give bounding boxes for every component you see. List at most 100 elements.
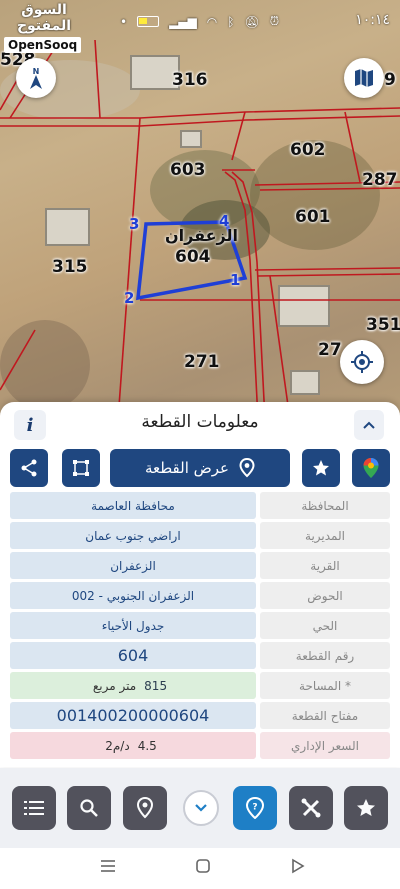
- parcel-label[interactable]: 287: [362, 170, 398, 190]
- detail-label: المحافظة: [260, 492, 390, 519]
- parcel-label[interactable]: 316: [172, 70, 208, 90]
- toolbar-expand-button[interactable]: [183, 790, 219, 826]
- detail-label: مفتاح القطعة: [260, 702, 390, 729]
- show-parcel-button[interactable]: عرض القطعة: [110, 449, 290, 487]
- status-icons: • ▂▄▆ ◠ ᛒ 🔕︎ ⏰︎: [120, 14, 279, 29]
- action-row: عرض القطعة: [10, 449, 390, 487]
- help-button[interactable]: ?: [233, 786, 277, 830]
- detail-value: د/م2 4.5: [10, 732, 256, 759]
- detail-label: القرية: [260, 552, 390, 579]
- parcel-label[interactable]: 27: [318, 340, 342, 360]
- detail-label: الحي: [260, 612, 390, 639]
- dot-icon: •: [120, 14, 128, 29]
- help-pin-icon: ?: [245, 797, 265, 819]
- location-pin-icon: [239, 458, 255, 478]
- opensooq-watermark: السوق المفتوح OpenSooq: [4, 2, 84, 53]
- crosshair-icon: [351, 351, 373, 373]
- list-icon: [24, 801, 44, 815]
- pin-search-button[interactable]: [123, 786, 167, 830]
- tools-icon: [301, 798, 321, 818]
- detail-row-neighborhood: جدول الأحياء الحي: [10, 612, 390, 639]
- chevron-down-icon: [195, 804, 207, 812]
- favorites-button[interactable]: [344, 786, 388, 830]
- detail-value: الزعفران: [10, 552, 256, 579]
- compass-button[interactable]: N: [16, 58, 56, 98]
- parcel-label[interactable]: 315: [52, 257, 88, 277]
- watermark-arabic: السوق المفتوح: [16, 2, 72, 34]
- map-icon: [355, 69, 373, 87]
- my-location-button[interactable]: [340, 340, 384, 384]
- detail-value: متر مربع 815: [10, 672, 256, 699]
- bottom-toolbar: ?: [0, 768, 400, 848]
- svg-text:?: ?: [252, 803, 257, 813]
- recent-apps-button[interactable]: [98, 856, 118, 876]
- share-button[interactable]: [10, 449, 48, 487]
- detail-label: السعر الإداري: [260, 732, 390, 759]
- signal-icon: ▂▄▆: [169, 14, 197, 29]
- map-view[interactable]: 528 316 9 603 602 287 601 315 604 351 27…: [0, 0, 400, 420]
- detail-row-directorate: اراضي جنوب عمان المديرية: [10, 522, 390, 549]
- price-value: 4.5: [137, 738, 157, 753]
- home-icon: [196, 859, 210, 873]
- clock: ١٠:١٤: [355, 12, 390, 28]
- google-maps-icon: [363, 458, 379, 478]
- boundary-button[interactable]: [62, 449, 100, 487]
- detail-row-governorate: محافظة العاصمة المحافظة: [10, 492, 390, 519]
- map-layers-button[interactable]: [344, 58, 384, 98]
- show-parcel-label: عرض القطعة: [144, 459, 230, 477]
- status-bar: السوق المفتوح OpenSooq • ▂▄▆ ◠ ᛒ 🔕︎ ⏰︎ ١…: [0, 0, 400, 53]
- parcel-label[interactable]: 604: [175, 247, 211, 267]
- chevron-up-icon: [363, 421, 375, 429]
- vertex-marker: 4: [219, 212, 230, 230]
- sheet-header: i معلومات القطعة: [0, 402, 400, 444]
- home-button[interactable]: [193, 856, 213, 876]
- parcel-details: محافظة العاصمة المحافظة اراضي جنوب عمان …: [10, 492, 390, 762]
- detail-row-basin: الزعفران الجنوبي - 002 الحوض: [10, 582, 390, 609]
- star-icon: [313, 460, 329, 476]
- detail-row-parcel-number: 604 رقم القطعة: [10, 642, 390, 669]
- star-icon: [357, 799, 375, 816]
- detail-value: جدول الأحياء: [10, 612, 256, 639]
- parcel-label[interactable]: 603: [170, 160, 206, 180]
- battery-icon: [137, 16, 160, 27]
- recent-apps-icon: [101, 860, 115, 872]
- detail-value: الزعفران الجنوبي - 002: [10, 582, 256, 609]
- parcel-label[interactable]: 351: [366, 315, 400, 335]
- google-maps-button[interactable]: [352, 449, 390, 487]
- price-unit: د/م2: [105, 738, 130, 753]
- search-icon: [80, 799, 98, 817]
- parcel-label[interactable]: 9: [384, 70, 396, 90]
- mute-icon: 🔕︎: [244, 14, 260, 29]
- system-nav-bar: [0, 848, 400, 889]
- detail-row-admin-price: د/م2 4.5 السعر الإداري: [10, 732, 390, 759]
- detail-value: محافظة العاصمة: [10, 492, 256, 519]
- detail-label: رقم القطعة: [260, 642, 390, 669]
- detail-value: 001400200000604: [10, 702, 256, 729]
- measure-tool-button[interactable]: [289, 786, 333, 830]
- watermark-english: OpenSooq: [4, 37, 82, 53]
- detail-label: الحوض: [260, 582, 390, 609]
- parcel-label[interactable]: 601: [295, 207, 331, 227]
- detail-row-village: الزعفران القرية: [10, 552, 390, 579]
- polygon-icon: [73, 460, 89, 476]
- list-button[interactable]: [12, 786, 56, 830]
- parcel-label[interactable]: 271: [184, 352, 220, 372]
- bluetooth-icon: ᛒ: [227, 14, 235, 29]
- location-pin-icon: [136, 797, 154, 819]
- vertex-marker: 2: [124, 289, 135, 307]
- detail-value: اراضي جنوب عمان: [10, 522, 256, 549]
- alarm-icon: ⏰︎: [269, 14, 280, 28]
- svg-text:N: N: [33, 67, 40, 76]
- back-icon: [292, 858, 305, 874]
- detail-label: المساحة *: [260, 672, 390, 699]
- vertex-marker: 3: [129, 215, 140, 233]
- wifi-icon: ◠: [206, 14, 218, 29]
- collapse-button[interactable]: [354, 410, 384, 440]
- search-button[interactable]: [67, 786, 111, 830]
- back-button[interactable]: [288, 856, 308, 876]
- parcel-label[interactable]: 602: [290, 140, 326, 160]
- sheet-title: معلومات القطعة: [141, 412, 259, 432]
- vertex-marker: 1: [230, 271, 241, 289]
- area-unit: متر مربع: [92, 678, 137, 693]
- favorite-button[interactable]: [302, 449, 340, 487]
